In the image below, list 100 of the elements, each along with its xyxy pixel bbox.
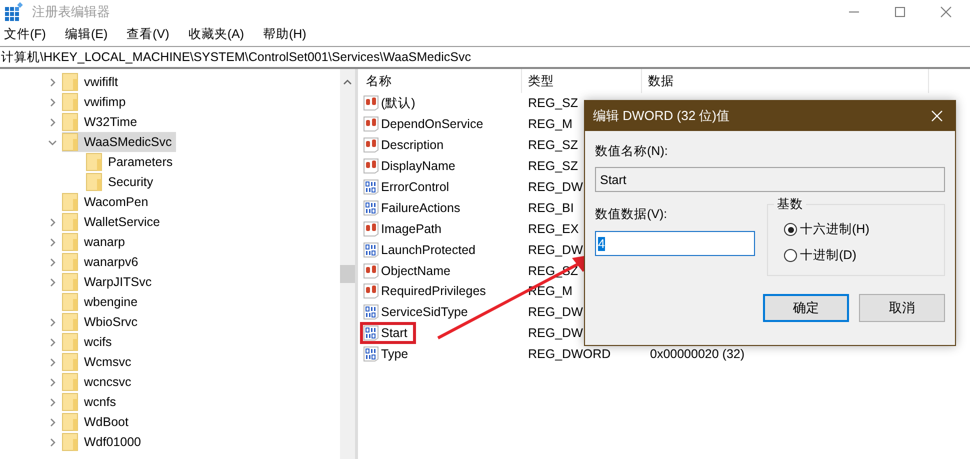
table-cell: REG_DWORD bbox=[528, 347, 611, 362]
maximize-icon[interactable] bbox=[894, 6, 906, 18]
dialog-button[interactable]: 确定 bbox=[763, 294, 849, 322]
folder-icon bbox=[62, 293, 78, 311]
field-label: 数值数据(V): bbox=[595, 206, 668, 223]
binary-value-icon bbox=[363, 325, 379, 342]
tree-item[interactable]: wanarp bbox=[62, 232, 129, 252]
string-value-icon bbox=[363, 95, 379, 112]
string-value-icon bbox=[363, 158, 379, 174]
address-bar[interactable]: 计算机\HKEY_LOCAL_MACHINE\SYSTEM\ControlSet001\Services\WaaSMedicSvc bbox=[0, 46, 970, 69]
chevron-right-icon[interactable] bbox=[48, 318, 57, 326]
tree-item[interactable]: Wcmsvc bbox=[62, 352, 136, 372]
value-name-field[interactable]: Start bbox=[595, 167, 945, 192]
chevron-right-icon[interactable] bbox=[48, 118, 57, 126]
close-icon[interactable] bbox=[940, 6, 952, 18]
tree-item[interactable]: WaaSMedicSvc bbox=[62, 132, 176, 152]
tree-item[interactable]: W32Time bbox=[62, 112, 142, 132]
folder-icon bbox=[62, 433, 78, 451]
tree-item[interactable]: Security bbox=[86, 172, 158, 192]
tree-item[interactable]: Parameters bbox=[86, 152, 177, 172]
value-name[interactable]: Start bbox=[381, 326, 408, 340]
tree-item[interactable]: wcnfs bbox=[62, 392, 120, 412]
table-cell: 0x00000020 (32) bbox=[650, 347, 745, 362]
table-cell: REG_SZ bbox=[528, 159, 578, 174]
tree-item[interactable]: wbengine bbox=[62, 292, 142, 312]
chevron-down-icon[interactable] bbox=[48, 138, 57, 146]
registry-editor-icon bbox=[4, 2, 24, 22]
value-name[interactable]: (默认) bbox=[381, 94, 416, 112]
value-name[interactable]: RequiredPrivileges bbox=[381, 284, 486, 298]
binary-value-icon bbox=[363, 179, 379, 196]
binary-value-icon bbox=[363, 346, 379, 362]
menu-item[interactable]: 收藏夹(A) bbox=[188, 26, 244, 42]
chevron-right-icon[interactable] bbox=[48, 378, 57, 386]
table-cell: REG_DW bbox=[528, 180, 583, 194]
tree-item[interactable]: WbioSrvc bbox=[62, 312, 142, 332]
dialog-button[interactable]: 取消 bbox=[859, 294, 945, 322]
string-value-icon bbox=[363, 137, 379, 154]
binary-value-icon bbox=[363, 200, 379, 216]
folder-icon bbox=[86, 153, 102, 171]
menu-item[interactable]: 编辑(E) bbox=[64, 26, 108, 42]
tree-item[interactable]: WarpJITSvc bbox=[62, 272, 156, 292]
folder-icon bbox=[62, 393, 78, 411]
chevron-right-icon[interactable] bbox=[48, 438, 57, 446]
radio-option[interactable]: 十进制(D) bbox=[784, 247, 944, 264]
dialog-title: 编辑 DWORD (32 位)值 bbox=[593, 107, 730, 125]
string-value-icon bbox=[363, 283, 379, 300]
folder-icon bbox=[62, 353, 78, 371]
value-name[interactable]: ObjectName bbox=[381, 264, 450, 278]
folder-icon bbox=[62, 73, 78, 91]
value-name[interactable]: DisplayName bbox=[381, 159, 456, 174]
value-name[interactable]: Description bbox=[381, 138, 444, 152]
tree-item[interactable]: WdBoot bbox=[62, 412, 132, 432]
table-cell: REG_BI bbox=[528, 200, 574, 215]
table-cell: REG_DW bbox=[528, 242, 583, 257]
value-name[interactable]: DependOnService bbox=[381, 117, 484, 132]
tree-item[interactable]: vwifimp bbox=[62, 92, 130, 112]
tree-item[interactable]: WalletService bbox=[62, 212, 164, 232]
chevron-right-icon[interactable] bbox=[48, 278, 57, 286]
scrollbar-thumb[interactable] bbox=[340, 265, 355, 283]
table-cell: REG_DW bbox=[528, 305, 583, 320]
chevron-right-icon[interactable] bbox=[48, 78, 57, 86]
folder-icon bbox=[62, 193, 78, 211]
window-title: 注册表编辑器 bbox=[32, 3, 110, 21]
radio-option[interactable]: 十六进制(H) bbox=[784, 221, 944, 238]
tree-item[interactable]: wcifs bbox=[62, 332, 116, 352]
chevron-right-icon[interactable] bbox=[48, 398, 57, 406]
folder-icon bbox=[62, 133, 78, 151]
binary-value-icon bbox=[363, 304, 379, 320]
column-header[interactable]: 数据 bbox=[642, 69, 929, 93]
menu-item[interactable]: 帮助(H) bbox=[262, 26, 306, 42]
chevron-right-icon[interactable] bbox=[48, 358, 57, 366]
column-header[interactable]: 类型 bbox=[522, 69, 642, 93]
value-name[interactable]: ImagePath bbox=[381, 222, 442, 236]
field-label: 数值名称(N): bbox=[595, 143, 669, 160]
chevron-right-icon[interactable] bbox=[48, 98, 57, 106]
string-value-icon bbox=[363, 262, 379, 279]
chevron-right-icon[interactable] bbox=[48, 238, 57, 246]
value-name[interactable]: ErrorControl bbox=[381, 180, 450, 194]
table-cell: REG_SZ bbox=[528, 138, 578, 152]
scroll-up-icon[interactable] bbox=[343, 79, 352, 85]
folder-icon bbox=[62, 213, 78, 231]
chevron-right-icon[interactable] bbox=[48, 218, 57, 226]
chevron-right-icon[interactable] bbox=[48, 258, 57, 266]
menu-item[interactable]: 文件(F) bbox=[4, 26, 46, 42]
value-data-field[interactable]: 4 bbox=[595, 231, 755, 256]
value-name[interactable]: LaunchProtected bbox=[381, 242, 476, 257]
chevron-right-icon[interactable] bbox=[48, 338, 57, 346]
folder-icon bbox=[62, 333, 78, 351]
tree-item[interactable]: vwififlt bbox=[62, 72, 122, 92]
value-name[interactable]: FailureActions bbox=[381, 200, 460, 215]
tree-item[interactable]: Wdf01000 bbox=[62, 432, 145, 452]
value-name[interactable]: ServiceSidType bbox=[381, 305, 468, 320]
tree-item[interactable]: wanarpv6 bbox=[62, 252, 142, 272]
value-name[interactable]: Type bbox=[381, 347, 408, 362]
chevron-right-icon[interactable] bbox=[48, 418, 57, 426]
menu-item[interactable]: 查看(V) bbox=[126, 26, 170, 42]
tree-item[interactable]: WacomPen bbox=[62, 192, 152, 212]
tree-item[interactable]: wcncsvc bbox=[62, 372, 136, 392]
string-value-icon bbox=[363, 220, 379, 237]
column-header[interactable]: 名称 bbox=[358, 69, 522, 93]
